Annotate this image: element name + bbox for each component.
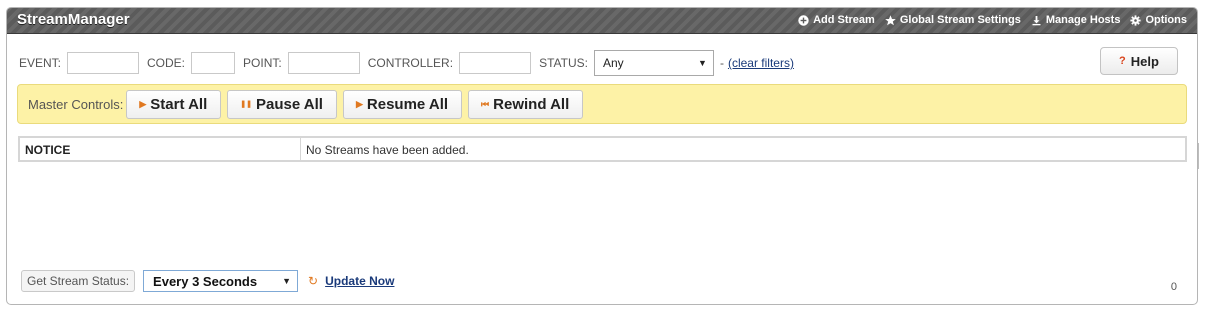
status-select[interactable]: Any ▼ xyxy=(593,50,714,76)
resume-all-button[interactable]: ▶ Resume All xyxy=(342,89,463,119)
filter-separator: - xyxy=(719,56,724,70)
status-select-value: Any xyxy=(602,56,624,70)
stream-status-bar: Get Stream Status: Every 3 Seconds ▼ ↻ U… xyxy=(21,268,394,294)
pause-all-button[interactable]: ❚❚ Pause All xyxy=(227,89,337,119)
refresh-icon: ↻ xyxy=(308,274,319,288)
start-all-label: Start All xyxy=(150,95,208,113)
stream-count: 0 xyxy=(1170,281,1177,293)
resume-all-label: Resume All xyxy=(366,95,449,113)
master-controls-bar: Master Controls: ▶ Start All ❚❚ Pause Al… xyxy=(17,84,1187,124)
stream-manager-panel: StreamManager Add Stream Global Stream S… xyxy=(6,7,1198,305)
play-icon: ▶ xyxy=(139,98,147,109)
help-label: Help xyxy=(1130,53,1159,69)
streams-table: NOTICE No Streams have been added. xyxy=(18,136,1187,162)
filter-bar: EVENT: CODE: POINT: CONTROLLER: STATUS: … xyxy=(19,50,794,76)
header-actions: Add Stream Global Stream Settings Manage… xyxy=(798,14,1187,26)
rewind-icon: ⏮ xyxy=(481,98,490,109)
dropdown-arrow-icon: ▼ xyxy=(698,58,707,68)
controller-input[interactable] xyxy=(459,52,532,74)
help-button[interactable]: ? Help xyxy=(1100,47,1178,75)
play-icon: ▶ xyxy=(355,98,363,109)
manage-hosts-link[interactable]: Manage Hosts xyxy=(1031,14,1121,26)
scrollbar-edge xyxy=(1198,143,1199,169)
start-all-button[interactable]: ▶ Start All xyxy=(126,89,222,119)
point-input[interactable] xyxy=(287,52,360,74)
notice-header: NOTICE xyxy=(20,138,301,160)
dropdown-arrow-icon: ▼ xyxy=(282,276,292,286)
event-input[interactable] xyxy=(67,52,140,74)
pause-all-label: Pause All xyxy=(255,95,323,113)
stream-status-label: Get Stream Status: xyxy=(21,270,136,292)
app-title: StreamManager xyxy=(17,11,130,28)
global-stream-settings-link[interactable]: Global Stream Settings xyxy=(885,14,1021,26)
rewind-all-button[interactable]: ⏮ Rewind All xyxy=(468,89,584,119)
gear-icon xyxy=(1130,14,1142,26)
clear-filters-link[interactable]: (clear filters) xyxy=(728,56,794,70)
manage-hosts-label: Manage Hosts xyxy=(1045,14,1121,26)
star-icon xyxy=(885,14,896,26)
status-label: STATUS: xyxy=(539,56,588,70)
title-bar: StreamManager Add Stream Global Stream S… xyxy=(7,8,1197,34)
master-controls-label: Master Controls: xyxy=(28,96,124,112)
notice-message: No Streams have been added. xyxy=(306,143,469,157)
global-stream-settings-label: Global Stream Settings xyxy=(899,14,1021,26)
code-label: CODE: xyxy=(147,56,186,70)
event-label: EVENT: xyxy=(19,56,62,70)
stream-status-interval-select[interactable]: Every 3 Seconds ▼ xyxy=(143,270,299,292)
add-stream-label: Add Stream xyxy=(813,14,875,26)
controller-label: CONTROLLER: xyxy=(367,56,454,70)
pause-icon: ❚❚ xyxy=(240,101,252,108)
help-icon: ? xyxy=(1119,55,1126,67)
rewind-all-label: Rewind All xyxy=(493,95,570,113)
add-stream-link[interactable]: Add Stream xyxy=(798,14,875,26)
options-label: Options xyxy=(1145,14,1187,26)
stream-status-interval-value: Every 3 Seconds xyxy=(153,273,258,289)
options-link[interactable]: Options xyxy=(1130,14,1187,26)
update-now-link[interactable]: Update Now xyxy=(325,274,394,288)
point-label: POINT: xyxy=(243,56,282,70)
code-input[interactable] xyxy=(191,52,236,74)
download-icon xyxy=(1031,15,1042,26)
plus-circle-icon xyxy=(798,14,809,26)
